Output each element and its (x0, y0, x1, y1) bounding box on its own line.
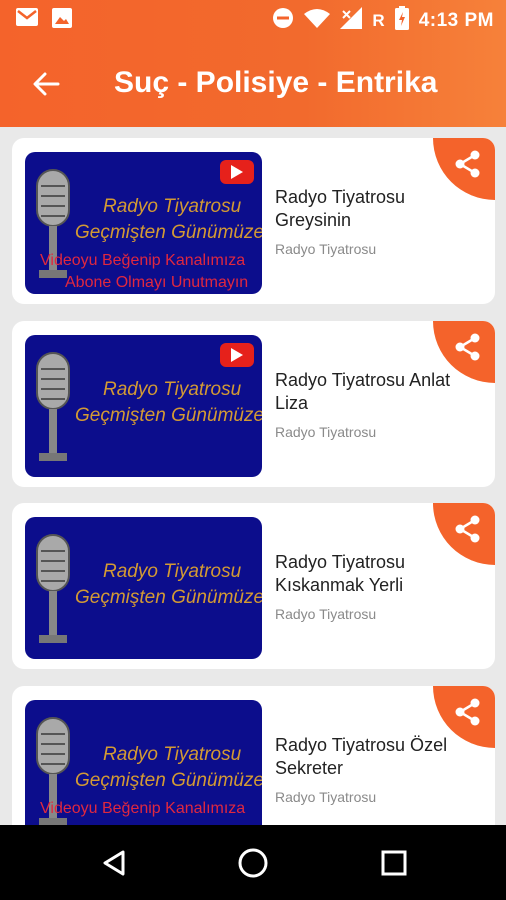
share-icon (455, 150, 480, 178)
status-time: 4:13 PM (418, 9, 494, 31)
battery-charging-icon (394, 6, 409, 35)
video-thumbnail[interactable]: Radyo Tiyatrosu Geçmişten Günümüze (25, 335, 262, 477)
video-title: Radyo Tiyatrosu Özel Sekreter (275, 735, 448, 778)
arrow-left-icon (33, 72, 60, 96)
back-triangle-icon (103, 850, 125, 876)
thumbnail-text: Radyo Tiyatrosu (103, 196, 242, 217)
thumbnail-text: Radyo Tiyatrosu (103, 744, 242, 765)
video-list[interactable]: Radyo Tiyatrosu Geçmişten Günümüze Video… (0, 127, 506, 825)
nav-recents-button[interactable] (376, 845, 412, 881)
video-thumbnail[interactable]: Radyo Tiyatrosu Geçmişten Günümüze Video… (25, 700, 262, 825)
recents-square-icon (381, 850, 407, 876)
system-nav-bar (0, 825, 506, 900)
page-title: Suç - Polisiye - Entrika (114, 66, 438, 99)
video-channel: Radyo Tiyatrosu (275, 606, 377, 622)
microphone-icon (36, 352, 70, 461)
share-icon (455, 698, 480, 726)
video-channel: Radyo Tiyatrosu (275, 424, 377, 440)
toolbar: Suç - Polisiye - Entrika (0, 48, 506, 120)
microphone-icon (36, 534, 70, 643)
status-bar: R 4:13 PM (0, 0, 506, 40)
app-bar: R 4:13 PM Suç - Polisiye - Entrika (0, 0, 506, 127)
list-item[interactable]: Radyo Tiyatrosu Geçmişten Günümüze Video… (12, 686, 495, 825)
thumbnail-text: Geçmişten Günümüze (75, 405, 262, 426)
signal-icon (340, 7, 363, 34)
share-icon (455, 333, 480, 361)
list-item[interactable]: Radyo Tiyatrosu Geçmişten Günümüze Radyo… (12, 503, 495, 669)
thumbnail-text: Geçmişten Günümüze (75, 770, 262, 791)
youtube-icon (220, 343, 254, 367)
list-item[interactable]: Radyo Tiyatrosu Geçmişten Günümüze Radyo… (12, 321, 495, 487)
wifi-icon (304, 8, 331, 33)
video-thumbnail[interactable]: Radyo Tiyatrosu Geçmişten Günümüze Video… (25, 152, 262, 294)
nav-back-button[interactable] (96, 845, 132, 881)
network-letter: R (372, 10, 385, 30)
youtube-icon (220, 160, 254, 184)
home-circle-icon (238, 848, 268, 878)
video-channel: Radyo Tiyatrosu (275, 241, 377, 257)
thumbnail-text: Radyo Tiyatrosu (103, 379, 242, 400)
video-title: Radyo Tiyatrosu Kıskanmak Yerli (275, 552, 406, 595)
thumbnail-text: Videoyu Beğenip Kanalımıza (40, 800, 246, 817)
share-icon (455, 515, 480, 543)
video-title: Radyo Tiyatrosu Anlat Liza (275, 370, 451, 413)
video-thumbnail[interactable]: Radyo Tiyatrosu Geçmişten Günümüze (25, 517, 262, 659)
thumbnail-text: Geçmişten Günümüze (75, 222, 262, 243)
nav-home-button[interactable] (235, 845, 271, 881)
thumbnail-text: Videoyu Beğenip Kanalımıza (40, 252, 246, 269)
do-not-disturb-icon (272, 7, 294, 34)
list-item[interactable]: Radyo Tiyatrosu Geçmişten Günümüze Video… (12, 138, 495, 304)
thumbnail-text: Abone Olmayı Unutmayın (65, 274, 249, 291)
thumbnail-text: Radyo Tiyatrosu (103, 561, 242, 582)
video-title: Radyo Tiyatrosu Greysinin (275, 187, 406, 230)
video-channel: Radyo Tiyatrosu (275, 789, 377, 805)
gmail-icon (16, 8, 38, 33)
back-button[interactable] (24, 62, 68, 106)
thumbnail-text: Geçmişten Günümüze (75, 587, 262, 608)
gallery-icon (52, 8, 72, 33)
